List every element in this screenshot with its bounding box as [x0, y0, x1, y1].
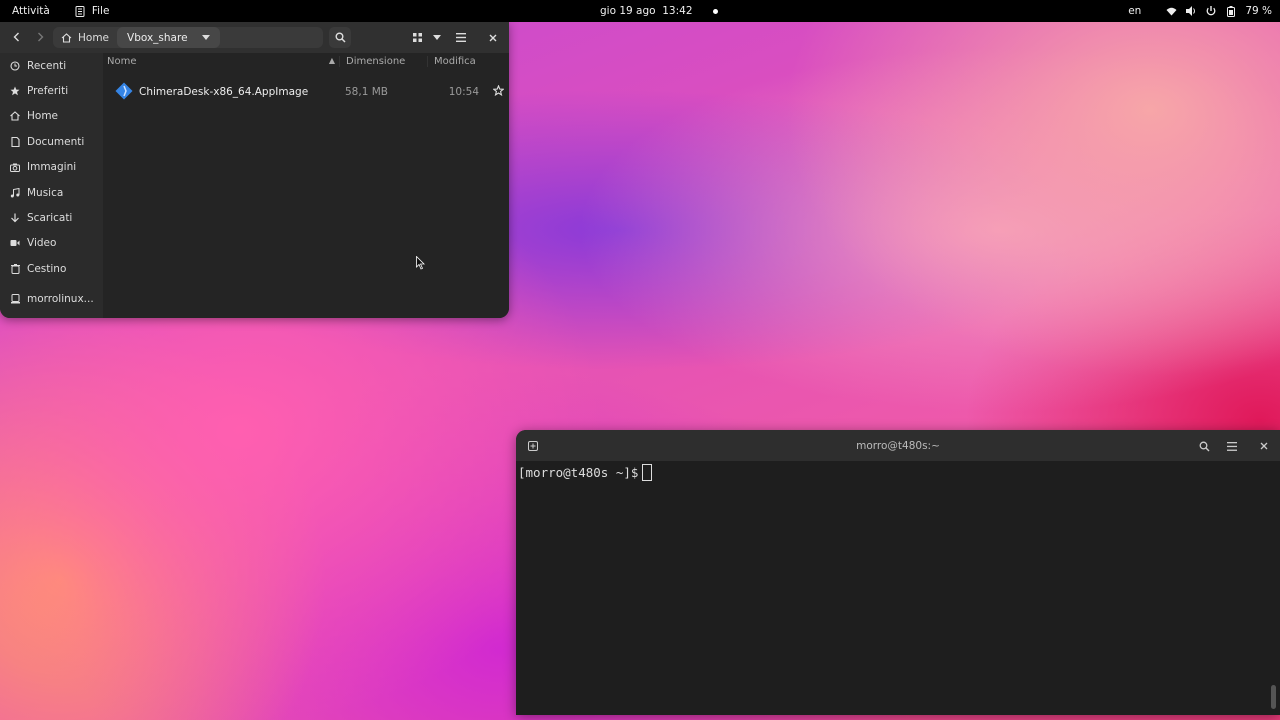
path-bar: Home Vbox_share	[53, 27, 323, 48]
battery-percentage: 79 %	[1245, 5, 1272, 17]
music-icon	[10, 187, 20, 198]
star-icon	[10, 86, 20, 96]
sidebar-item-label: Preferiti	[27, 85, 69, 98]
sidebar-item-cestino[interactable]: Cestino	[0, 256, 103, 281]
trash-icon	[10, 263, 20, 274]
top-bar: Attività File gio 19 ago 13:42 en 79 %	[0, 0, 1280, 22]
sidebar-item-label: Cestino	[27, 262, 67, 275]
sidebar-item-scaricati[interactable]: Scaricati	[0, 205, 103, 230]
battery-icon	[1225, 5, 1237, 17]
download-icon	[10, 213, 20, 223]
sidebar-item-recenti[interactable]: Recenti	[0, 53, 103, 78]
main-menu-button[interactable]	[450, 27, 472, 48]
grid-icon	[412, 33, 422, 42]
sidebar-item-label: Recenti	[27, 59, 67, 72]
table-row[interactable]: ChimeraDesk-x86_64.AppImage 58,1 MB 10:5…	[103, 77, 509, 107]
clock-icon	[10, 61, 20, 71]
chevron-left-icon	[13, 32, 19, 42]
notification-dot	[712, 8, 718, 14]
chevron-down-icon	[433, 35, 441, 40]
files-app-icon	[74, 5, 86, 17]
terminal-headerbar: morro@t480s:~	[516, 430, 1280, 461]
back-button[interactable]	[6, 27, 26, 47]
terminal-title: morro@t480s:~	[856, 439, 940, 452]
mouse-pointer-icon	[416, 256, 425, 270]
breadcrumb-home-label: Home	[78, 31, 110, 44]
file-manager-headerbar: Home Vbox_share	[0, 22, 509, 53]
sidebar-item-label: Scaricati	[27, 212, 73, 225]
terminal-search-button[interactable]	[1193, 435, 1215, 457]
language-indicator[interactable]: en	[1128, 5, 1141, 17]
places-sidebar: Recenti Preferiti Home Documenti Immagin…	[0, 53, 103, 318]
breadcrumb-current[interactable]: Vbox_share	[117, 27, 220, 48]
sidebar-item-musica[interactable]: Musica	[0, 180, 103, 205]
close-icon	[489, 34, 497, 41]
search-icon	[1199, 441, 1209, 451]
forward-button[interactable]	[30, 27, 50, 47]
terminal-close-button[interactable]	[1253, 435, 1275, 457]
star-outline-icon	[491, 84, 505, 97]
column-header-row: Nome ▲ Dimensione Modifica	[103, 53, 509, 69]
app-menu-label: File	[91, 5, 110, 17]
terminal-cursor	[642, 463, 653, 481]
column-header-name-label: Nome	[107, 55, 137, 67]
terminal-output[interactable]: [morro@t480s ~]$	[516, 461, 1280, 483]
file-list: Nome ▲ Dimensione Modifica ChimeraDesk-x…	[103, 53, 509, 318]
sidebar-item-video[interactable]: Video	[0, 231, 103, 256]
column-header-name[interactable]: Nome ▲	[103, 56, 339, 67]
sidebar-item-documenti[interactable]: Documenti	[0, 129, 103, 154]
sidebar-item-immagini[interactable]: Immagini	[0, 155, 103, 180]
chevron-right-icon	[37, 32, 43, 42]
hamburger-icon	[1227, 441, 1237, 451]
terminal-window: morro@t480s:~ [morro@t480s ~]$	[516, 430, 1280, 715]
breadcrumb-home[interactable]: Home	[53, 27, 117, 48]
sidebar-item-device[interactable]: morrolinux...	[0, 287, 103, 312]
file-modified: 10:54	[448, 86, 479, 98]
sidebar-item-preferiti[interactable]: Preferiti	[0, 78, 103, 103]
view-grid-button[interactable]	[406, 27, 428, 48]
close-icon	[1260, 442, 1268, 450]
drive-icon	[10, 294, 20, 304]
view-options-button[interactable]	[426, 27, 448, 48]
file-manager-window: Home Vbox_share Recenti Preferiti Home D…	[0, 22, 509, 318]
close-window-button[interactable]	[482, 27, 504, 48]
terminal-scrollbar[interactable]	[1271, 685, 1276, 709]
sidebar-item-home[interactable]: Home	[0, 104, 103, 129]
hamburger-icon	[456, 33, 466, 42]
sidebar-item-label: Documenti	[27, 135, 85, 148]
home-icon	[61, 32, 72, 43]
system-tray[interactable]: en 79 %	[1128, 0, 1272, 22]
clock[interactable]: gio 19 ago 13:42	[600, 0, 718, 22]
appimage-file-icon	[115, 82, 133, 103]
file-name-cell: ChimeraDesk-x86_64.AppImage	[103, 82, 339, 103]
search-icon	[335, 32, 346, 43]
power-icon	[1205, 5, 1217, 17]
sidebar-item-label: Video	[27, 237, 57, 250]
wifi-icon	[1165, 5, 1177, 17]
star-toggle-button[interactable]	[487, 84, 509, 99]
column-header-size[interactable]: Dimensione	[339, 55, 427, 67]
file-name: ChimeraDesk-x86_64.AppImage	[139, 86, 309, 98]
terminal-prompt: [morro@t480s ~]$	[518, 464, 639, 480]
home-icon	[10, 111, 20, 122]
sidebar-item-label: Immagini	[27, 161, 77, 174]
dropdown-arrow-icon	[201, 35, 210, 40]
search-button[interactable]	[329, 27, 351, 48]
sort-ascending-icon: ▲	[328, 55, 335, 65]
app-menu[interactable]: File	[74, 5, 110, 17]
camera-icon	[10, 162, 20, 172]
file-size: 58,1 MB	[345, 86, 388, 98]
column-header-modified[interactable]: Modifica	[427, 55, 487, 67]
sidebar-item-label: morrolinux...	[27, 293, 94, 306]
activities-button[interactable]: Attività	[12, 5, 50, 17]
terminal-menu-button[interactable]	[1221, 435, 1243, 457]
sidebar-item-label: Musica	[27, 186, 64, 199]
document-icon	[10, 136, 20, 147]
video-icon	[10, 238, 20, 248]
clock-label: gio 19 ago 13:42	[600, 5, 693, 17]
sidebar-item-label: Home	[27, 110, 59, 123]
breadcrumb-current-label: Vbox_share	[127, 31, 188, 44]
volume-icon	[1185, 5, 1197, 17]
